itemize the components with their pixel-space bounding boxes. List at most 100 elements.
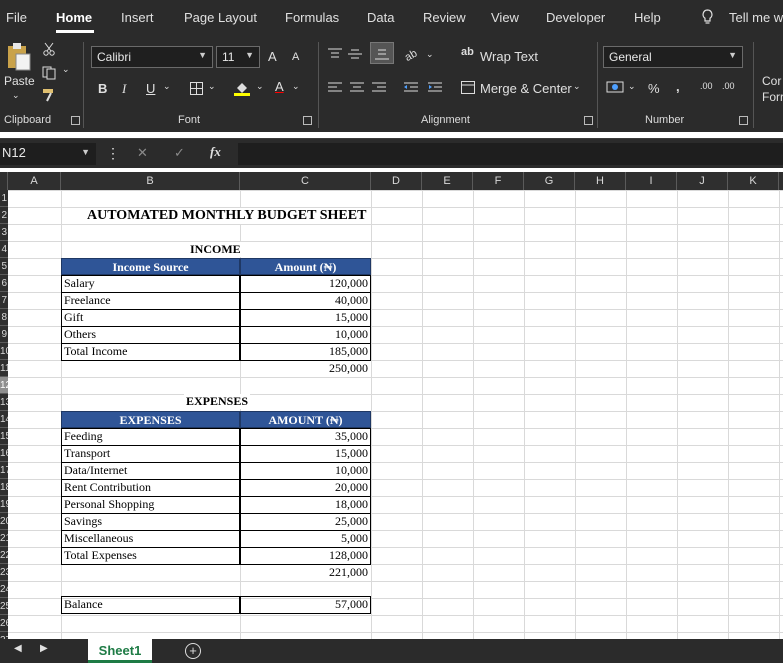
scroll-left-icon[interactable]: ◀ bbox=[14, 643, 22, 654]
row-header[interactable]: 8 bbox=[0, 309, 8, 326]
expense-total-label[interactable]: Total Expenses bbox=[64, 548, 137, 563]
align-middle-icon[interactable] bbox=[348, 48, 362, 63]
underline-button[interactable]: U bbox=[146, 81, 155, 96]
copy-icon[interactable] bbox=[42, 66, 58, 83]
income-row-value[interactable]: 40,000 bbox=[244, 293, 368, 308]
expense-row-value[interactable]: 10,000 bbox=[244, 463, 368, 478]
align-center-icon[interactable] bbox=[350, 82, 364, 97]
expenses-amount-header[interactable]: AMOUNT (₦) bbox=[240, 411, 371, 428]
row-header[interactable]: 15 bbox=[0, 428, 8, 445]
row-header[interactable]: 22 bbox=[0, 547, 8, 564]
column-header[interactable]: F bbox=[473, 172, 524, 190]
income-row-value[interactable]: 120,000 bbox=[244, 276, 368, 291]
number-launcher-icon[interactable] bbox=[739, 116, 748, 125]
align-right-icon[interactable] bbox=[372, 82, 386, 97]
row-header[interactable]: 25 bbox=[0, 598, 8, 615]
income-extra-value[interactable]: 250,000 bbox=[244, 361, 368, 376]
underline-dropdown-arrow[interactable]: ⌄ bbox=[163, 81, 171, 92]
shrink-font-button[interactable]: A bbox=[292, 51, 299, 63]
expense-row-value[interactable]: 15,000 bbox=[244, 446, 368, 461]
expenses-label-header[interactable]: EXPENSES bbox=[61, 411, 240, 428]
row-header[interactable]: 5 bbox=[0, 258, 8, 275]
expense-row-value[interactable]: 20,000 bbox=[244, 480, 368, 495]
number-format-select[interactable]: General ▼ bbox=[603, 46, 743, 68]
expense-extra-value[interactable]: 221,000 bbox=[244, 565, 368, 580]
expense-row-label[interactable]: Savings bbox=[64, 514, 102, 529]
column-header[interactable]: G bbox=[524, 172, 575, 190]
row-header[interactable]: 4 bbox=[0, 241, 8, 258]
income-row-label[interactable]: Freelance bbox=[64, 293, 111, 308]
tab-file[interactable]: File bbox=[6, 10, 27, 25]
column-header[interactable]: A bbox=[8, 172, 61, 190]
bold-button[interactable]: B bbox=[98, 81, 107, 96]
font-name-select[interactable]: Calibri ▼ bbox=[91, 46, 213, 68]
column-header[interactable]: B bbox=[61, 172, 240, 190]
income-row-value[interactable]: 15,000 bbox=[244, 310, 368, 325]
income-heading[interactable]: INCOME bbox=[188, 242, 243, 257]
expense-row-value[interactable]: 35,000 bbox=[244, 429, 368, 444]
worksheet-grid[interactable]: AUTOMATED MONTHLY BUDGET SHEET INCOME In… bbox=[8, 190, 783, 639]
income-total-value[interactable]: 185,000 bbox=[244, 344, 368, 359]
chevron-down-icon[interactable]: ⌄ bbox=[12, 90, 20, 101]
align-bottom-icon[interactable] bbox=[370, 42, 394, 64]
expense-row-label[interactable]: Feeding bbox=[64, 429, 103, 444]
row-header[interactable]: 27 bbox=[0, 632, 8, 639]
row-header[interactable]: 10 bbox=[0, 343, 8, 360]
format-painter-icon[interactable] bbox=[42, 88, 58, 105]
increase-indent-icon[interactable] bbox=[428, 82, 442, 97]
balance-label[interactable]: Balance bbox=[64, 597, 103, 612]
row-header[interactable]: 9 bbox=[0, 326, 8, 343]
row-header[interactable]: 1 bbox=[0, 190, 8, 207]
expense-row-label[interactable]: Personal Shopping bbox=[64, 497, 154, 512]
expense-row-label[interactable]: Rent Contribution bbox=[64, 480, 151, 495]
income-source-header[interactable]: Income Source bbox=[61, 258, 240, 275]
wrap-text-button[interactable]: Wrap Text bbox=[480, 49, 538, 64]
cut-icon[interactable] bbox=[42, 42, 56, 59]
increase-decimal-button[interactable]: .00 bbox=[700, 81, 713, 91]
select-all-corner[interactable] bbox=[0, 172, 8, 190]
budget-title[interactable]: AUTOMATED MONTHLY BUDGET SHEET bbox=[85, 208, 369, 224]
column-header[interactable]: E bbox=[422, 172, 473, 190]
expense-row-value[interactable]: 18,000 bbox=[244, 497, 368, 512]
row-header[interactable]: 11 bbox=[0, 360, 8, 377]
tell-me-search[interactable]: Tell me w bbox=[729, 10, 783, 25]
expense-row-label[interactable]: Miscellaneous bbox=[64, 531, 133, 546]
column-header[interactable]: C bbox=[240, 172, 371, 190]
column-header[interactable]: I bbox=[626, 172, 677, 190]
expenses-heading[interactable]: EXPENSES bbox=[184, 394, 251, 409]
add-sheet-icon[interactable]: + bbox=[185, 643, 201, 659]
orientation-dropdown-arrow[interactable]: ⌄ bbox=[426, 49, 434, 60]
cancel-icon[interactable]: ✕ bbox=[137, 145, 148, 161]
income-row-label[interactable]: Salary bbox=[64, 276, 95, 291]
accounting-dropdown-arrow[interactable]: ⌄ bbox=[628, 81, 636, 92]
font-launcher-icon[interactable] bbox=[303, 116, 312, 125]
row-header-selected[interactable]: 12 bbox=[0, 377, 8, 394]
income-row-label[interactable]: Others bbox=[64, 327, 96, 342]
align-top-icon[interactable] bbox=[328, 48, 342, 63]
row-header[interactable]: 19 bbox=[0, 496, 8, 513]
tab-data[interactable]: Data bbox=[367, 10, 394, 25]
row-header[interactable]: 23 bbox=[0, 564, 8, 581]
merge-center-button[interactable]: Merge & Center bbox=[480, 81, 572, 96]
italic-button[interactable]: I bbox=[122, 81, 126, 97]
decrease-indent-icon[interactable] bbox=[404, 82, 418, 97]
font-size-select[interactable]: 11 ▼ bbox=[216, 46, 260, 68]
clipboard-launcher-icon[interactable] bbox=[71, 116, 80, 125]
column-header[interactable]: J bbox=[677, 172, 728, 190]
row-header[interactable]: 13 bbox=[0, 394, 8, 411]
paste-icon[interactable] bbox=[6, 42, 32, 75]
row-header[interactable]: 21 bbox=[0, 530, 8, 547]
borders-icon[interactable] bbox=[190, 82, 203, 98]
row-header[interactable]: 20 bbox=[0, 513, 8, 530]
tab-formulas[interactable]: Formulas bbox=[285, 10, 339, 25]
tab-home[interactable]: Home bbox=[56, 10, 92, 25]
income-total-label[interactable]: Total Income bbox=[64, 344, 127, 359]
font-color-dropdown-arrow[interactable]: ⌄ bbox=[292, 81, 300, 92]
tab-page-layout[interactable]: Page Layout bbox=[184, 10, 257, 25]
decrease-decimal-button[interactable]: .00 bbox=[722, 81, 735, 91]
alignment-launcher-icon[interactable] bbox=[584, 116, 593, 125]
fill-dropdown-arrow[interactable]: ⌄ bbox=[256, 81, 264, 92]
column-header[interactable]: H bbox=[575, 172, 626, 190]
orientation-icon[interactable]: ab bbox=[403, 46, 424, 65]
column-header[interactable]: D bbox=[371, 172, 422, 190]
